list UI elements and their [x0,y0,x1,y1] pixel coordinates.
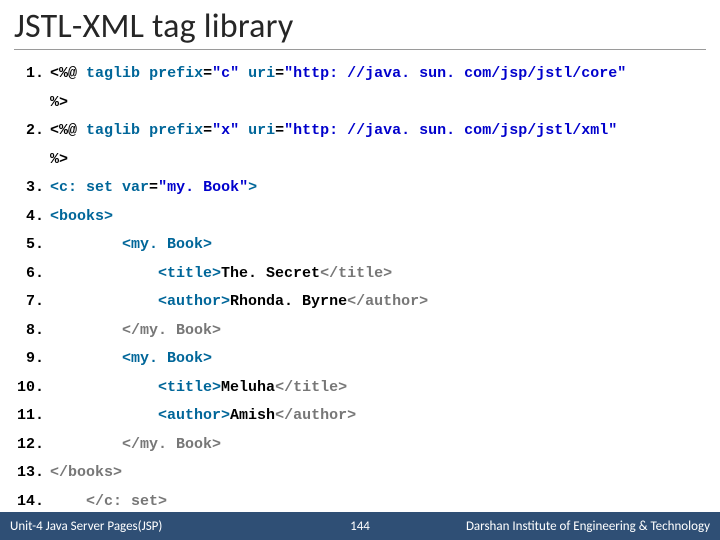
code-text: <my. Book> [50,231,720,260]
code-line: 5. <my. Book> [0,231,720,260]
line-number: 8. [0,317,50,346]
code-text: %> [50,89,720,118]
code-text: <c: set var="my. Book"> [50,174,720,203]
line-number: 6. [0,260,50,289]
code-text: </my. Book> [50,317,720,346]
code-text: <title>Meluha</title> [50,374,720,403]
code-text: </my. Book> [50,431,720,460]
line-number: 12. [0,431,50,460]
code-text: <books> [50,203,720,232]
code-text: <%@ taglib prefix="x" uri="http: //java.… [50,117,720,146]
line-number: 13. [0,459,50,488]
code-line: %> [0,146,720,175]
code-text: <author>Rhonda. Byrne</author> [50,288,720,317]
code-line: 1.<%@ taglib prefix="c" uri="http: //jav… [0,60,720,89]
code-line: 9. <my. Book> [0,345,720,374]
code-line: 13.</books> [0,459,720,488]
line-number: 10. [0,374,50,403]
code-text: <title>The. Secret</title> [50,260,720,289]
line-number: 4. [0,203,50,232]
code-text: <%@ taglib prefix="c" uri="http: //java.… [50,60,720,89]
line-number: 3. [0,174,50,203]
slide-title: JSTL-XML tag library [0,0,720,49]
code-line: 6. <title>The. Secret</title> [0,260,720,289]
code-line: %> [0,89,720,118]
code-line: 4.<books> [0,203,720,232]
footer-right: Darshan Institute of Engineering & Techn… [390,519,720,534]
footer-bar: Unit-4 Java Server Pages(JSP) 144 Darsha… [0,512,720,540]
code-line: 11. <author>Amish</author> [0,402,720,431]
code-text: <my. Book> [50,345,720,374]
code-line: 3.<c: set var="my. Book"> [0,174,720,203]
code-block: 1.<%@ taglib prefix="c" uri="http: //jav… [0,56,720,516]
code-line: 2.<%@ taglib prefix="x" uri="http: //jav… [0,117,720,146]
title-underline [14,49,706,50]
line-number: 5. [0,231,50,260]
code-line: 7. <author>Rhonda. Byrne</author> [0,288,720,317]
code-line: 10. <title>Meluha</title> [0,374,720,403]
line-number: 2. [0,117,50,146]
code-text: %> [50,146,720,175]
code-line: 8. </my. Book> [0,317,720,346]
line-number: 11. [0,402,50,431]
code-text: </books> [50,459,720,488]
code-text: <author>Amish</author> [50,402,720,431]
line-number: 9. [0,345,50,374]
footer-page: 144 [330,519,390,534]
footer-left: Unit-4 Java Server Pages(JSP) [0,519,330,534]
slide: JSTL-XML tag library 1.<%@ taglib prefix… [0,0,720,540]
line-number: 7. [0,288,50,317]
line-number: 1. [0,60,50,89]
code-line: 12. </my. Book> [0,431,720,460]
